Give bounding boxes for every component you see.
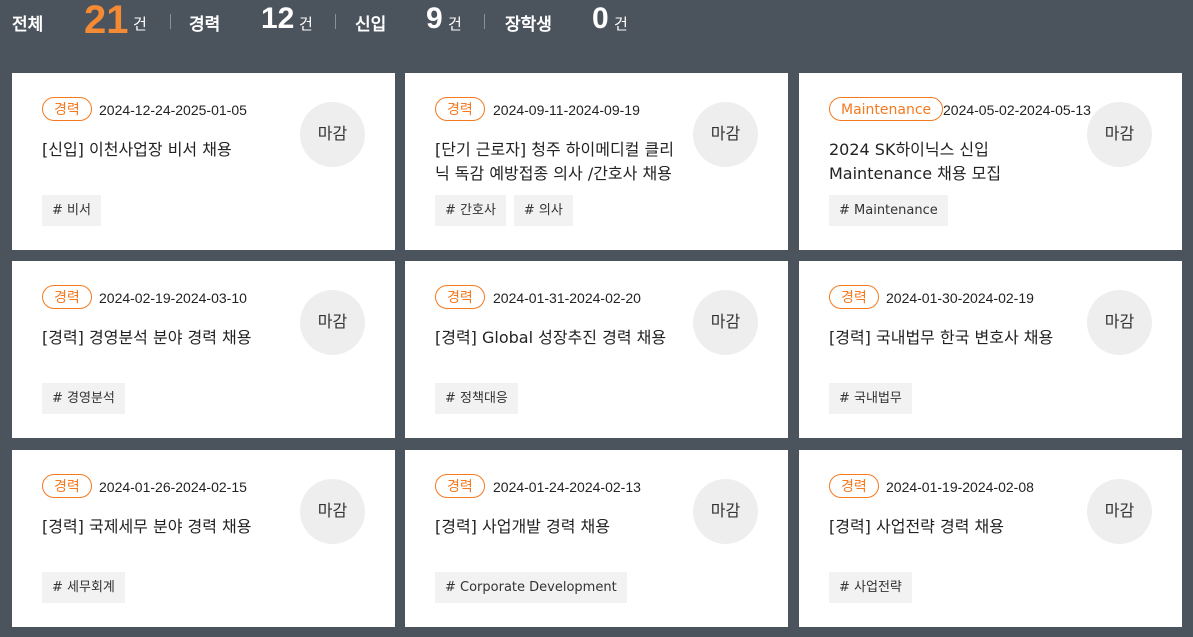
job-card[interactable]: Maintenance 2024-05-02-2024-05-13 2024 S… <box>799 73 1182 250</box>
career-type-badge: 경력 <box>829 474 879 498</box>
job-tag[interactable]: # 간호사 <box>435 195 506 226</box>
recruit-period: 2024-05-02-2024-05-13 <box>943 102 1091 118</box>
summary-experienced-count: 12 <box>261 2 295 35</box>
recruit-period: 2024-01-31-2024-02-20 <box>493 290 641 306</box>
job-card[interactable]: 경력 2024-02-19-2024-03-10 [경력] 경영분석 분야 경력… <box>12 261 395 438</box>
tag-list: # 간호사 # 의사 <box>435 195 573 226</box>
summary-divider <box>335 14 336 29</box>
closed-status-badge: 마감 <box>300 290 365 355</box>
job-title[interactable]: [경력] 국내법무 한국 변호사 채용 <box>829 326 1077 350</box>
job-card[interactable]: 경력 2024-01-19-2024-02-08 [경력] 사업전략 경력 채용… <box>799 450 1182 627</box>
summary-all-count: 21 <box>84 0 129 42</box>
job-tag[interactable]: # 국내법무 <box>829 383 912 414</box>
job-title[interactable]: [경력] 사업개발 경력 채용 <box>435 515 683 539</box>
summary-divider <box>170 14 171 29</box>
closed-status-badge: 마감 <box>693 102 758 167</box>
tag-list: # 세무회계 <box>42 572 125 603</box>
job-tag[interactable]: # 세무회계 <box>42 572 125 603</box>
summary-all[interactable]: 전체 <box>12 0 43 44</box>
job-title[interactable]: 2024 SK하이닉스 신입 Maintenance 채용 모집 <box>829 138 1077 186</box>
summary-scholarship-count: 0 <box>592 2 609 35</box>
tag-list: # Corporate Development <box>435 572 627 603</box>
summary-divider <box>484 14 485 29</box>
summary-scholarship-unit: 건 <box>614 15 628 33</box>
recruit-period: 2024-01-30-2024-02-19 <box>886 290 1034 306</box>
summary-all-unit: 건 <box>133 15 147 33</box>
closed-status-badge: 마감 <box>300 479 365 544</box>
closed-status-badge: 마감 <box>1087 479 1152 544</box>
job-card[interactable]: 경력 2024-09-11-2024-09-19 [단기 근로자] 청주 하이메… <box>405 73 788 250</box>
summary-newcomer-count: 9 <box>426 2 443 35</box>
job-title[interactable]: [신입] 이천사업장 비서 채용 <box>42 138 290 162</box>
job-tag[interactable]: # 정책대응 <box>435 383 518 414</box>
recruit-period: 2024-01-26-2024-02-15 <box>99 479 247 495</box>
recruit-period: 2024-12-24-2025-01-05 <box>99 102 247 118</box>
job-tag[interactable]: # Corporate Development <box>435 572 627 603</box>
job-card[interactable]: 경력 2024-01-31-2024-02-20 [경력] Global 성장추… <box>405 261 788 438</box>
job-tag[interactable]: # 비서 <box>42 195 101 226</box>
recruit-period: 2024-01-19-2024-02-08 <box>886 479 1034 495</box>
job-card[interactable]: 경력 2024-12-24-2025-01-05 [신입] 이천사업장 비서 채… <box>12 73 395 250</box>
closed-status-badge: 마감 <box>693 290 758 355</box>
job-title[interactable]: [경력] 국제세무 분야 경력 채용 <box>42 515 290 539</box>
summary-newcomer[interactable]: 신입 <box>355 0 386 44</box>
job-title[interactable]: [경력] 사업전략 경력 채용 <box>829 515 1077 539</box>
job-card[interactable]: 경력 2024-01-26-2024-02-15 [경력] 국제세무 분야 경력… <box>12 450 395 627</box>
job-title[interactable]: [단기 근로자] 청주 하이메디컬 클리닉 독감 예방접종 의사 /간호사 채용 <box>435 138 683 186</box>
job-tag[interactable]: # 의사 <box>513 195 573 226</box>
career-type-badge: 경력 <box>42 285 92 309</box>
summary-experienced[interactable]: 경력 <box>189 0 220 44</box>
career-type-badge: 경력 <box>435 285 485 309</box>
tag-list: # 정책대응 <box>435 383 518 414</box>
summary-experienced-label: 경력 <box>189 14 221 35</box>
job-tag[interactable]: # Maintenance <box>829 195 948 226</box>
summary-all-label: 전체 <box>12 14 44 35</box>
tag-list: # 국내법무 <box>829 383 912 414</box>
closed-status-badge: 마감 <box>300 102 365 167</box>
closed-status-badge: 마감 <box>693 479 758 544</box>
recruit-period: 2024-02-19-2024-03-10 <box>99 290 247 306</box>
career-type-badge: Maintenance <box>829 97 944 121</box>
career-type-badge: 경력 <box>42 474 92 498</box>
tag-list: # 비서 <box>42 195 101 226</box>
summary-experienced-unit: 건 <box>299 15 313 33</box>
job-title[interactable]: [경력] Global 성장추진 경력 채용 <box>435 326 683 350</box>
tag-list: # 사업전략 <box>829 572 912 603</box>
closed-status-badge: 마감 <box>1087 102 1152 167</box>
recruit-summary-bar: 전체 21 건 경력 12 건 신입 9 건 장학생 0 건 <box>0 0 1193 44</box>
closed-status-badge: 마감 <box>1087 290 1152 355</box>
summary-newcomer-unit: 건 <box>448 15 462 33</box>
tag-list: # Maintenance <box>829 195 948 226</box>
job-tag[interactable]: # 경영분석 <box>42 383 125 414</box>
job-card[interactable]: 경력 2024-01-30-2024-02-19 [경력] 국내법무 한국 변호… <box>799 261 1182 438</box>
job-tag[interactable]: # 사업전략 <box>829 572 912 603</box>
summary-newcomer-label: 신입 <box>355 14 387 35</box>
job-card[interactable]: 경력 2024-01-24-2024-02-13 [경력] 사업개발 경력 채용… <box>405 450 788 627</box>
career-type-badge: 경력 <box>435 474 485 498</box>
tag-list: # 경영분석 <box>42 383 125 414</box>
summary-scholarship-label: 장학생 <box>505 14 552 35</box>
career-type-badge: 경력 <box>42 97 92 121</box>
career-type-badge: 경력 <box>435 97 485 121</box>
career-type-badge: 경력 <box>829 285 879 309</box>
recruit-period: 2024-01-24-2024-02-13 <box>493 479 641 495</box>
job-title[interactable]: [경력] 경영분석 분야 경력 채용 <box>42 326 290 350</box>
recruit-period: 2024-09-11-2024-09-19 <box>493 102 640 118</box>
summary-scholarship[interactable]: 장학생 <box>505 0 552 44</box>
